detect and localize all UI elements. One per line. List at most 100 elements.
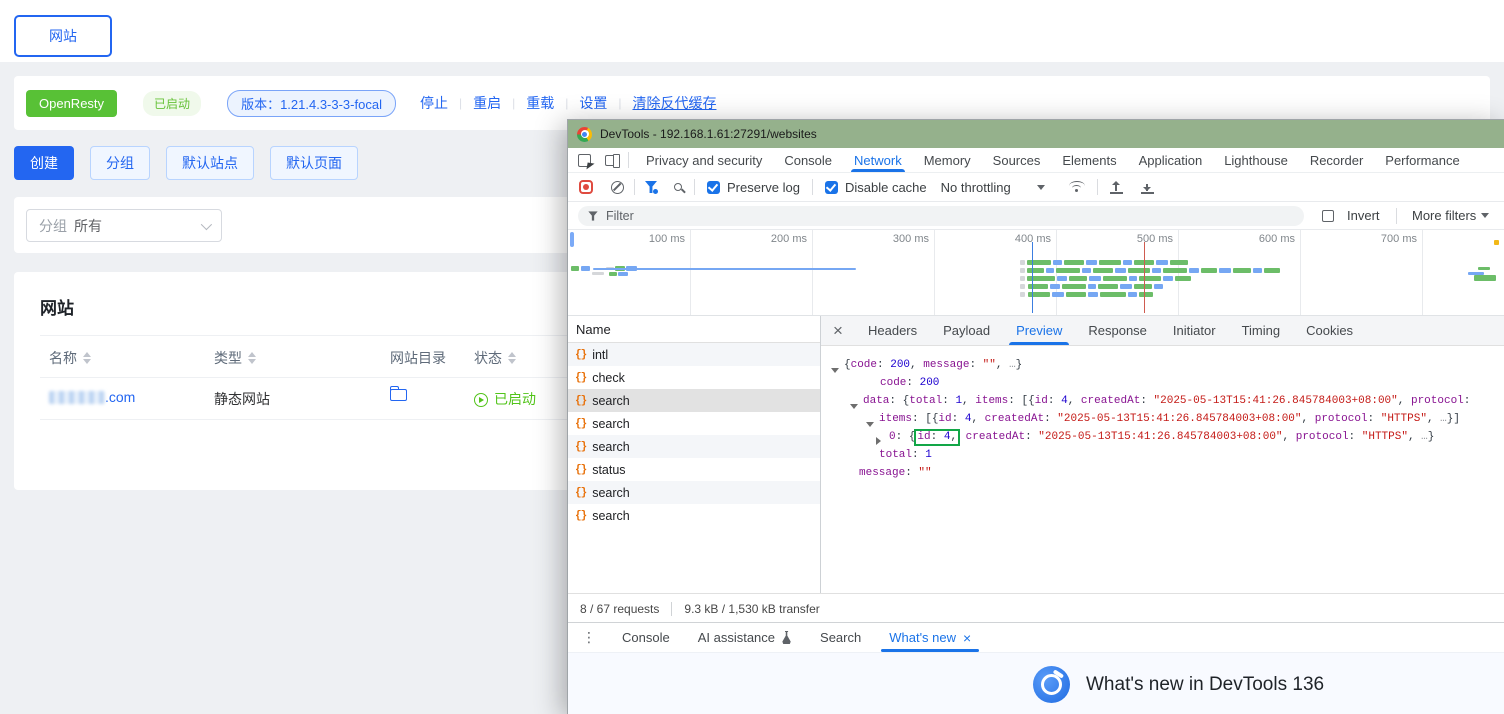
drawer-tab-search[interactable]: Search <box>806 623 875 652</box>
details-tab-preview[interactable]: Preview <box>1003 316 1075 345</box>
drawer-tab-ai-assistance[interactable]: AI assistance <box>684 623 806 652</box>
devtools-tab-lighthouse[interactable]: Lighthouse <box>1213 148 1299 172</box>
waterfall-bar <box>1064 260 1084 265</box>
devtools-tab-recorder[interactable]: Recorder <box>1299 148 1374 172</box>
request-row[interactable]: {}search <box>568 481 820 504</box>
sort-icon[interactable] <box>508 352 516 364</box>
waterfall-bar <box>1163 268 1187 273</box>
toolbar-button[interactable]: 分组 <box>90 146 150 180</box>
disable-cache-label[interactable]: Disable cache <box>845 180 927 195</box>
json-tree-line[interactable]: 0: {id: 4, createdAt: "2025-05-13T15:41:… <box>821 428 1504 446</box>
invert-checkbox[interactable] <box>1322 210 1334 222</box>
folder-icon[interactable] <box>390 389 407 401</box>
whats-new-title: What's new in DevTools 136 <box>1086 674 1324 696</box>
clear-network-log-icon[interactable] <box>611 181 624 194</box>
toolbar-button[interactable]: 默认页面 <box>270 146 358 180</box>
toolbar-button[interactable]: 默认站点 <box>166 146 254 180</box>
network-overview-timeline[interactable]: 100 ms200 ms300 ms400 ms500 ms600 ms700 … <box>568 230 1504 316</box>
request-row[interactable]: {}search <box>568 389 820 412</box>
request-row[interactable]: {}search <box>568 504 820 527</box>
details-tab-response[interactable]: Response <box>1075 316 1160 345</box>
tab-websites[interactable]: 网站 <box>14 15 112 57</box>
import-har-icon[interactable] <box>1110 181 1123 194</box>
service-action-link[interactable]: 停止 <box>420 93 448 113</box>
divider <box>694 179 695 195</box>
site-directory-cell[interactable] <box>390 386 407 404</box>
devtools-title: DevTools - 192.168.1.61:27291/websites <box>600 127 817 141</box>
record-network-log-icon[interactable] <box>579 180 593 194</box>
waterfall-bar <box>1052 292 1064 297</box>
service-action-link[interactable]: 重启 <box>473 93 501 113</box>
column-header[interactable]: 类型 <box>214 348 256 368</box>
preserve-log-checkbox[interactable] <box>707 181 720 194</box>
service-version-badge[interactable]: 版本：1.21.4.3-3-3-focal <box>227 90 396 117</box>
devtools-titlebar[interactable]: DevTools - 192.168.1.61:27291/websites <box>568 120 1504 148</box>
request-row[interactable]: {}search <box>568 412 820 435</box>
json-tree-line[interactable]: message: "" <box>821 464 1504 482</box>
column-header[interactable]: 名称 <box>49 348 91 368</box>
service-action-link[interactable]: 重载 <box>526 93 554 113</box>
caret-down-icon[interactable] <box>1481 213 1489 218</box>
close-tab-icon[interactable]: × <box>963 630 971 646</box>
flask-icon <box>781 631 792 644</box>
column-header[interactable]: 状态 <box>474 348 516 368</box>
request-row[interactable]: {}search <box>568 435 820 458</box>
caret-down-icon[interactable] <box>1037 185 1045 190</box>
search-icon[interactable] <box>674 183 682 191</box>
service-action-link[interactable]: 清除反代缓存 <box>632 93 716 113</box>
throttling-select[interactable]: No throttling <box>941 180 1011 195</box>
devtools-tab-application[interactable]: Application <box>1128 148 1214 172</box>
export-har-icon[interactable] <box>1141 181 1154 194</box>
json-tree-line[interactable]: {code: 200, message: "", …} <box>821 356 1504 374</box>
devtools-tab-console[interactable]: Console <box>773 148 843 172</box>
sort-icon[interactable] <box>83 352 91 364</box>
overview-scroll-thumb[interactable] <box>570 232 574 247</box>
close-details-icon[interactable]: × <box>821 316 855 345</box>
devtools-tab-elements[interactable]: Elements <box>1051 148 1127 172</box>
json-tree-line[interactable]: total: 1 <box>821 446 1504 464</box>
details-tab-headers[interactable]: Headers <box>855 316 930 345</box>
more-filters-label[interactable]: More filters <box>1412 208 1476 223</box>
drawer-tab-console[interactable]: Console <box>608 623 684 652</box>
preview-json-tree[interactable]: {code: 200, message: "", …}code: 200data… <box>821 346 1504 593</box>
request-row[interactable]: {}status <box>568 458 820 481</box>
request-row[interactable]: {}intl <box>568 343 820 366</box>
details-tab-payload[interactable]: Payload <box>930 316 1003 345</box>
details-tab-timing[interactable]: Timing <box>1229 316 1294 345</box>
filter-input[interactable] <box>606 209 1206 223</box>
admin-topbar: 网站 <box>0 0 1504 62</box>
details-tab-cookies[interactable]: Cookies <box>1293 316 1366 345</box>
details-tabstrip: × HeadersPayloadPreviewResponseInitiator… <box>821 316 1504 346</box>
device-toolbar-icon[interactable] <box>605 155 618 166</box>
drawer-tab-what-s-new[interactable]: What's new× <box>875 623 985 652</box>
disable-cache-checkbox[interactable] <box>825 181 838 194</box>
devtools-tab-memory[interactable]: Memory <box>913 148 982 172</box>
waterfall-bar <box>1100 292 1126 297</box>
create-button[interactable]: 创建 <box>14 146 74 180</box>
preserve-log-label[interactable]: Preserve log <box>727 180 800 195</box>
devtools-tab-sources[interactable]: Sources <box>982 148 1052 172</box>
inspect-element-icon[interactable] <box>578 154 591 167</box>
waterfall-bar <box>1134 284 1152 289</box>
drawer-menu-icon[interactable]: ⋮ <box>568 623 608 652</box>
devtools-tab-network[interactable]: Network <box>843 148 913 172</box>
json-tree-line[interactable]: data: {total: 1, items: [{id: 4, created… <box>821 392 1504 410</box>
waterfall-bar <box>1088 284 1096 289</box>
sort-icon[interactable] <box>248 352 256 364</box>
group-filter-select[interactable]: 分组 所有 <box>26 209 222 242</box>
request-list-header[interactable]: Name <box>568 316 820 343</box>
json-tree-line[interactable]: code: 200 <box>821 374 1504 392</box>
divider <box>1097 179 1098 195</box>
service-action-link[interactable]: 设置 <box>579 93 607 113</box>
site-name-cell[interactable]: .com <box>49 389 135 405</box>
network-conditions-icon[interactable] <box>1069 181 1085 193</box>
waterfall-bar <box>1201 268 1217 273</box>
invert-label[interactable]: Invert <box>1347 208 1380 223</box>
request-row[interactable]: {}check <box>568 366 820 389</box>
devtools-tab-performance[interactable]: Performance <box>1374 148 1470 172</box>
devtools-tab-privacy-and-security[interactable]: Privacy and security <box>635 148 773 172</box>
filter-pill[interactable] <box>578 206 1304 226</box>
details-tab-initiator[interactable]: Initiator <box>1160 316 1229 345</box>
json-tree-line[interactable]: items: [{id: 4, createdAt: "2025-05-13T1… <box>821 410 1504 428</box>
site-name-link[interactable]: .com <box>105 389 135 405</box>
